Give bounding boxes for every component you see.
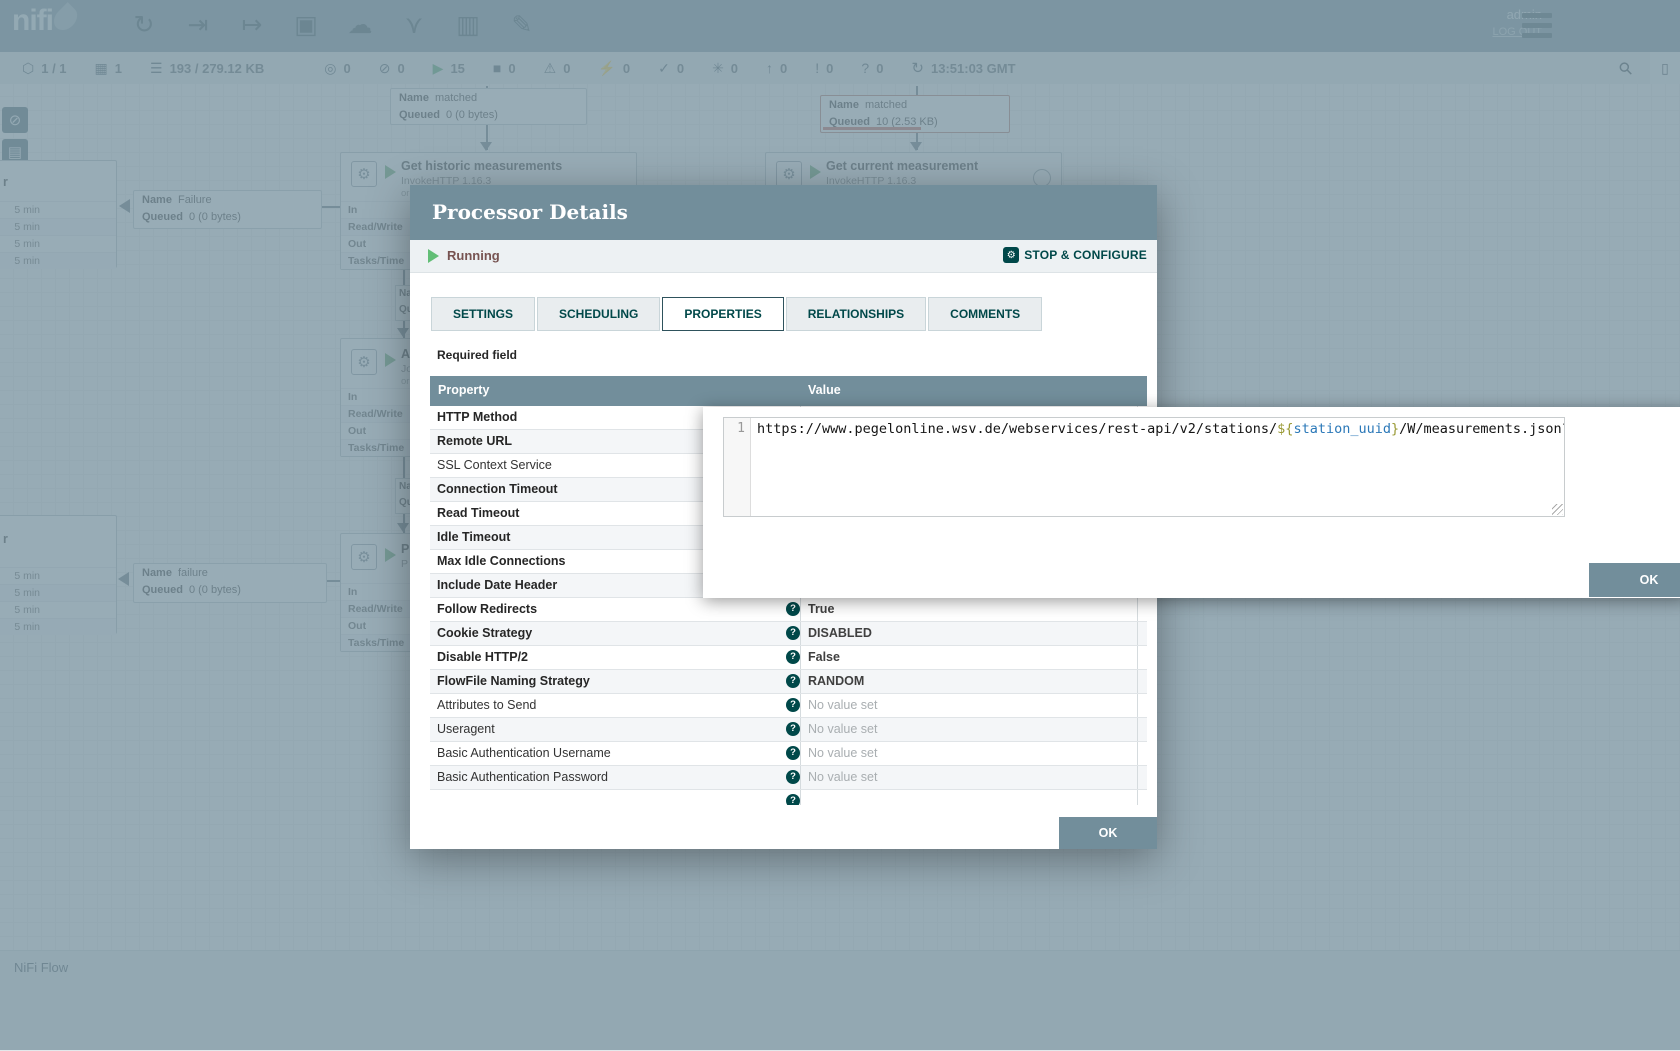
dialog-title: Processor Details bbox=[432, 185, 628, 240]
run-status-label: Running bbox=[447, 248, 500, 263]
tab-relationships[interactable]: RELATIONSHIPS bbox=[786, 297, 926, 331]
table-row: Follow Redirects?True bbox=[430, 598, 1147, 622]
help-icon[interactable]: ? bbox=[786, 650, 800, 664]
help-icon[interactable]: ? bbox=[786, 722, 800, 736]
help-icon[interactable]: ? bbox=[786, 794, 800, 805]
table-row: Basic Authentication Username?No value s… bbox=[430, 742, 1147, 766]
tab-properties[interactable]: PROPERTIES bbox=[662, 297, 783, 331]
help-icon[interactable]: ? bbox=[786, 602, 800, 616]
resize-handle[interactable] bbox=[1552, 504, 1563, 515]
tab-settings[interactable]: SETTINGS bbox=[431, 297, 535, 331]
tab-comments[interactable]: COMMENTS bbox=[928, 297, 1042, 331]
url-value-text[interactable]: https://www.pegelonline.wsv.de/webservic… bbox=[751, 418, 1564, 516]
table-row: Useragent?No value set bbox=[430, 718, 1147, 742]
column-header-value: Value bbox=[808, 383, 841, 397]
value-editor-popup: 1 https://www.pegelonline.wsv.de/webserv… bbox=[703, 407, 1680, 598]
help-icon[interactable]: ? bbox=[786, 626, 800, 640]
dialog-status-bar: Running ⚙ STOP & CONFIGURE bbox=[410, 240, 1157, 273]
gear-icon: ⚙ bbox=[1003, 247, 1019, 263]
table-row: Disable HTTP/2?False bbox=[430, 646, 1147, 670]
help-icon[interactable]: ? bbox=[786, 746, 800, 760]
dialog-header: Processor Details bbox=[410, 185, 1157, 240]
stop-and-configure-button[interactable]: ⚙ STOP & CONFIGURE bbox=[1003, 247, 1147, 263]
editor-ok-button[interactable]: OK bbox=[1589, 563, 1680, 597]
help-icon[interactable]: ? bbox=[786, 698, 800, 712]
table-row-clipped: ? bbox=[430, 790, 1147, 805]
column-header-property: Property bbox=[438, 383, 489, 397]
dialog-ok-button[interactable]: OK bbox=[1059, 817, 1157, 849]
required-field-note: Required field bbox=[437, 348, 517, 362]
dialog-tabs: SETTINGS SCHEDULING PROPERTIES RELATIONS… bbox=[431, 297, 1044, 331]
table-header: Property Value bbox=[430, 376, 1147, 406]
table-row: Attributes to Send?No value set bbox=[430, 694, 1147, 718]
help-icon[interactable]: ? bbox=[786, 674, 800, 688]
running-icon bbox=[428, 249, 439, 263]
line-number-gutter: 1 bbox=[724, 418, 751, 516]
table-row: FlowFile Naming Strategy?RANDOM bbox=[430, 670, 1147, 694]
help-icon[interactable]: ? bbox=[786, 770, 800, 784]
line-number: 1 bbox=[737, 421, 745, 436]
value-editor[interactable]: 1 https://www.pegelonline.wsv.de/webserv… bbox=[723, 417, 1565, 517]
tab-scheduling[interactable]: SCHEDULING bbox=[537, 297, 660, 331]
table-row: Cookie Strategy?DISABLED bbox=[430, 622, 1147, 646]
table-row: Basic Authentication Password?No value s… bbox=[430, 766, 1147, 790]
